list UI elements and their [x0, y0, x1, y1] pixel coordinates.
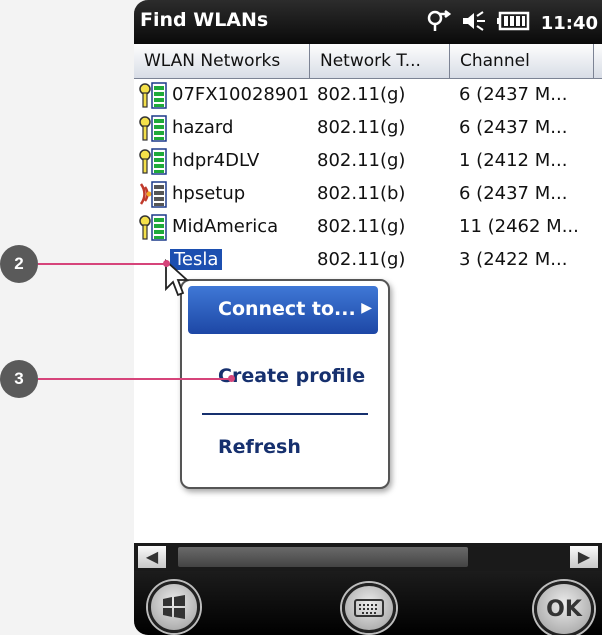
window-title: Find WLANs [140, 9, 269, 31]
screen: Find WLANs 11:40 WLAN Networks Network T… [134, 0, 602, 635]
column-channel[interactable]: Channel [450, 44, 594, 78]
connectivity-icon[interactable] [425, 9, 451, 38]
menu-separator [202, 413, 368, 415]
network-row[interactable]: hdpr4DLV 802.11(g) 1 (2412 M... [134, 146, 602, 179]
network-row-selected[interactable]: Tesla 802.11(g) 3 (2422 M... [134, 245, 602, 278]
network-name: hazard [172, 117, 234, 138]
wifi-secured-icon [138, 81, 168, 110]
callout-badge: 2 [0, 245, 38, 283]
network-channel: 11 (2462 M... [459, 216, 579, 237]
clock: 11:40 [540, 13, 598, 34]
start-button[interactable] [148, 581, 200, 633]
callout-line-end [163, 260, 170, 267]
refresh-menu-item[interactable]: Refresh [218, 436, 301, 458]
wifi-adhoc-icon [138, 180, 168, 209]
callout-line [38, 263, 165, 265]
wifi-secured-icon [138, 114, 168, 143]
network-type: 802.11(g) [317, 117, 406, 138]
connect-to-label: Connect to... [218, 298, 356, 320]
network-row[interactable]: 07FX10028901 802.11(g) 6 (2437 M... [134, 80, 602, 113]
status-icons: 11:40 [425, 9, 598, 38]
bottom-bar: OK [134, 571, 602, 635]
chevron-right-icon: ▶ [361, 300, 372, 316]
ok-button[interactable]: OK [534, 581, 594, 635]
callout-line [38, 378, 230, 380]
connect-to-menu-item[interactable]: Connect to... ▶ [188, 286, 378, 334]
network-type: 802.11(g) [317, 249, 406, 270]
keyboard-button[interactable] [342, 583, 396, 633]
callout-badge: 3 [0, 360, 38, 398]
scrollbar-thumb[interactable] [178, 547, 468, 567]
list-header: WLAN Networks Network T... Channel [134, 44, 602, 79]
scroll-left-icon[interactable]: ◀ [138, 546, 166, 568]
network-list: 07FX10028901 802.11(g) 6 (2437 M... haza… [134, 80, 602, 278]
network-type: 802.11(b) [317, 183, 406, 204]
battery-icon[interactable] [496, 11, 531, 36]
network-channel: 6 (2437 M... [459, 84, 568, 105]
network-row[interactable]: hazard 802.11(g) 6 (2437 M... [134, 113, 602, 146]
network-channel: 3 (2422 M... [459, 249, 568, 270]
network-name: 07FX10028901 [172, 84, 310, 105]
network-name: hdpr4DLV [172, 150, 260, 171]
network-type: 802.11(g) [317, 150, 406, 171]
network-name: MidAmerica [172, 216, 279, 237]
horizontal-scrollbar[interactable]: ◀ ▶ [134, 543, 602, 571]
column-overflow [594, 44, 602, 78]
network-type: 802.11(g) [317, 216, 406, 237]
context-menu: Connect to... ▶ Create profile Refresh [180, 279, 390, 489]
network-channel: 1 (2412 M... [459, 150, 568, 171]
scroll-right-icon[interactable]: ▶ [570, 546, 598, 568]
create-profile-menu-item[interactable]: Create profile [218, 365, 365, 387]
wifi-secured-icon [138, 147, 168, 176]
wifi-secured-icon [138, 213, 168, 242]
windows-logo-icon [163, 595, 185, 619]
title-bar: Find WLANs 11:40 [134, 0, 602, 44]
speaker-muted-icon[interactable] [461, 10, 487, 37]
column-network-type[interactable]: Network T... [310, 44, 450, 78]
network-row[interactable]: hpsetup 802.11(b) 6 (2437 M... [134, 179, 602, 212]
column-wlan-networks[interactable]: WLAN Networks [134, 44, 310, 78]
device-frame: Find WLANs 11:40 WLAN Networks Network T… [134, 0, 602, 635]
network-channel: 6 (2437 M... [459, 183, 568, 204]
network-channel: 6 (2437 M... [459, 117, 568, 138]
callout-line-end [228, 375, 235, 382]
network-name: hpsetup [172, 183, 246, 204]
network-row[interactable]: MidAmerica 802.11(g) 11 (2462 M... [134, 212, 602, 245]
keyboard-icon [354, 599, 384, 617]
network-type: 802.11(g) [317, 84, 406, 105]
